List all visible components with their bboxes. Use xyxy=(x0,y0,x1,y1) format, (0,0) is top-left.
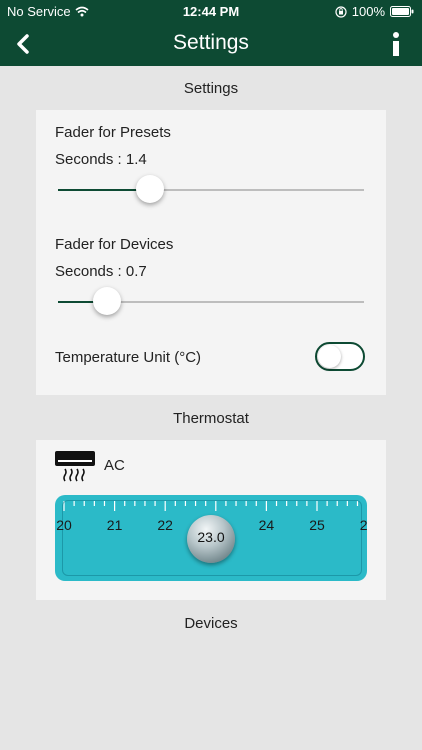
nav-bar: Settings xyxy=(0,22,422,66)
presets-seconds-label: Seconds : 1.4 xyxy=(55,151,147,168)
status-bar: No Service 12:44 PM 100% xyxy=(0,0,422,22)
devices-fader-title: Fader for Devices xyxy=(55,236,174,253)
ac-device-label: AC xyxy=(104,457,125,474)
info-icon[interactable] xyxy=(388,30,404,58)
battery-icon xyxy=(390,6,414,17)
page-title: Settings xyxy=(173,31,249,54)
battery-percent: 100% xyxy=(351,4,385,19)
status-right: 100% xyxy=(335,4,414,19)
orientation-lock-icon xyxy=(335,5,347,18)
settings-section-title: Settings xyxy=(183,80,239,97)
thermostat-section-title: Thermostat xyxy=(173,410,249,427)
presets-fader-title: Fader for Presets xyxy=(55,124,171,141)
presets-fader-slider[interactable] xyxy=(58,175,364,203)
temperature-unit-label: Temperature Unit (°C) xyxy=(55,349,202,366)
devices-slider-thumb[interactable] xyxy=(92,287,121,315)
devices-fader-slider[interactable] xyxy=(58,287,364,315)
ruler-scale-number: 22 xyxy=(157,517,173,533)
toggle-knob xyxy=(318,345,341,368)
ruler-scale-number: 24 xyxy=(258,517,275,533)
temperature-unit-toggle[interactable] xyxy=(315,342,365,371)
ruler-scale-number: 26 xyxy=(359,517,367,533)
temperature-knob[interactable]: 23.0 xyxy=(187,515,235,563)
temperature-value: 23.0 xyxy=(197,529,225,545)
ruler-scale-number: 25 xyxy=(309,517,325,533)
thermostat-panel: AC 20 21 22 24 25 26 23.0 xyxy=(36,440,386,600)
thermostat-ruler[interactable]: 20 21 22 24 25 26 23.0 xyxy=(55,495,367,581)
devices-section-title: Devices xyxy=(184,615,238,632)
settings-panel: Fader for Presets Seconds : 1.4 Fader fo… xyxy=(36,110,386,395)
presets-slider-thumb[interactable] xyxy=(135,175,164,203)
devices-seconds-label: Seconds : 0.7 xyxy=(55,263,147,280)
ruler-scale-number: 20 xyxy=(56,517,72,533)
ruler-scale-number: 21 xyxy=(106,517,123,533)
air-conditioner-icon xyxy=(55,451,95,482)
